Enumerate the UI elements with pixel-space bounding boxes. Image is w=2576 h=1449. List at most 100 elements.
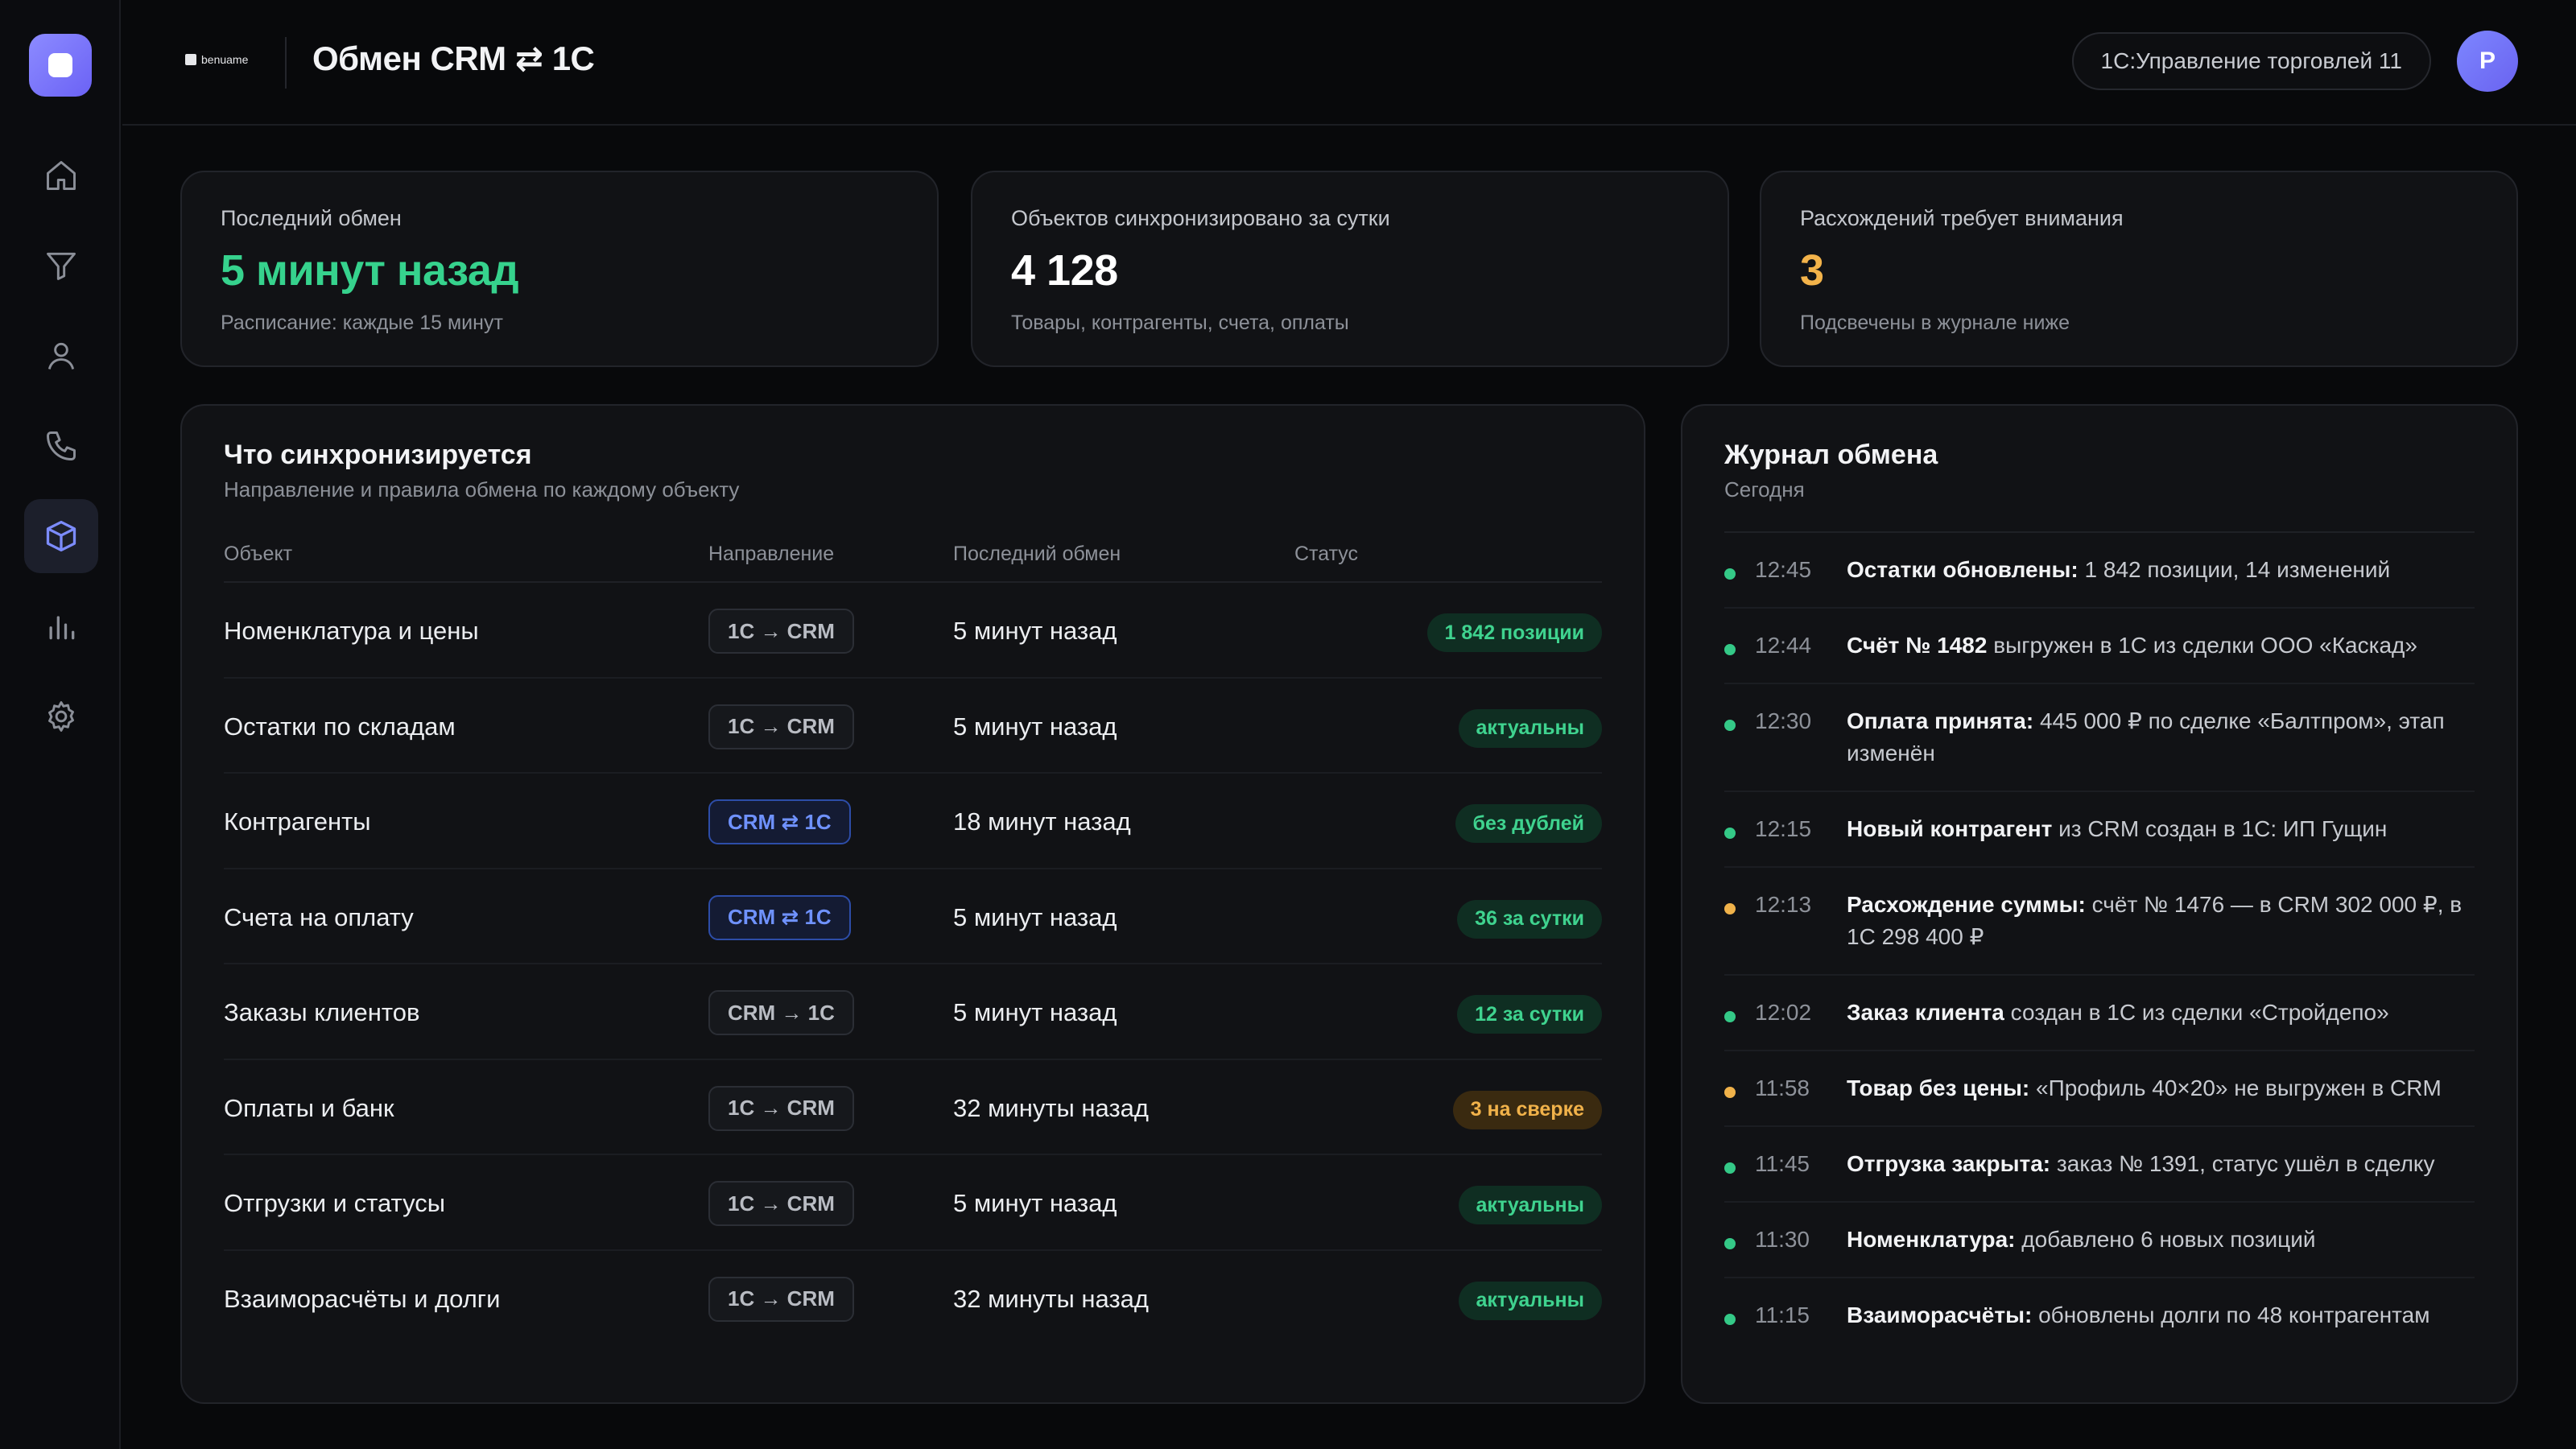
log-detail: заказ № 1391, статус ушёл в сделку	[2050, 1151, 2435, 1176]
status-dot	[1724, 828, 1736, 839]
nav-filter[interactable]	[24, 229, 98, 303]
log-bold: Номенклатура:	[1847, 1227, 2016, 1252]
table-row[interactable]: Счета на оплату CRM ⇄ 1С 5 минут назад 3…	[224, 869, 1602, 964]
status-badge: актуальны	[1458, 1186, 1602, 1224]
table-row[interactable]: Оплаты и банк 1С → CRM 32 минуты назад 3…	[224, 1060, 1602, 1155]
list-item[interactable]: 12:30 Оплата принята: 445 000 ₽ по сделк…	[1724, 684, 2475, 792]
user-avatar[interactable]: Р	[2457, 31, 2518, 92]
log-text: Оплата принята: 445 000 ₽ по сделке «Бал…	[1847, 705, 2475, 770]
list-item[interactable]: 12:45 Остатки обновлены: 1 842 позиции, …	[1724, 533, 2475, 609]
direction-chip: CRM ⇄ 1С	[708, 799, 851, 844]
list-item[interactable]: 12:13 Расхождение суммы: счёт № 1476 — в…	[1724, 868, 2475, 976]
status-badge: 12 за сутки	[1457, 995, 1602, 1034]
bar-chart-icon	[49, 616, 75, 640]
row-object: Оплаты и банк	[224, 1093, 394, 1122]
col-object: Объект	[224, 543, 293, 565]
home-icon	[47, 161, 76, 190]
direction-chip: 1С → CRM	[708, 609, 854, 654]
kpi-label: Объектов синхронизировано за сутки	[1011, 206, 1390, 230]
row-object: Отгрузки и статусы	[224, 1189, 446, 1217]
log-time: 12:30	[1755, 708, 1812, 733]
row-last-exchange: 5 минут назад	[953, 902, 1117, 931]
log-detail: обновлены долги по 48 контрагентам	[2032, 1302, 2430, 1327]
status-dot	[1724, 1238, 1736, 1249]
user-icon	[47, 342, 75, 369]
log-text: Остатки обновлены: 1 842 позиции, 14 изм…	[1847, 554, 2475, 586]
row-last-exchange: 32 минуты назад	[953, 1284, 1149, 1313]
log-time: 12:02	[1755, 1000, 1812, 1025]
table-row[interactable]: Заказы клиентов CRM → 1С 5 минут назад 1…	[224, 964, 1602, 1060]
row-object: Взаиморасчёты и долги	[224, 1284, 501, 1313]
log-detail: выгружен в 1С из сделки ООО «Каскад»	[1987, 633, 2417, 658]
log-bold: Новый контрагент	[1847, 816, 2053, 841]
brand-mark	[185, 54, 196, 65]
page-title: Обмен CRM ⇄ 1С	[312, 39, 595, 77]
list-item[interactable]: 11:15 Взаиморасчёты: обновлены долги по …	[1724, 1278, 2475, 1352]
table-row[interactable]: Взаиморасчёты и долги 1С → CRM 32 минуты…	[224, 1251, 1602, 1347]
row-last-exchange: 5 минут назад	[953, 617, 1117, 645]
nav-calls[interactable]	[24, 409, 98, 483]
log-time: 12:44	[1755, 633, 1812, 658]
row-object: Счета на оплату	[224, 902, 414, 931]
filter-icon	[47, 252, 76, 280]
warning-dot	[1724, 1087, 1736, 1098]
log-time: 12:13	[1755, 892, 1812, 917]
kpi-label: Расхождений требует внимания	[1800, 206, 2124, 230]
cube-icon	[46, 520, 76, 552]
status-badge: 1 842 позиции	[1426, 613, 1602, 652]
log-bold: Счёт № 1482	[1847, 633, 1988, 658]
table-row[interactable]: Остатки по складам 1С → CRM 5 минут наза…	[224, 679, 1602, 774]
log-text: Взаиморасчёты: обновлены долги по 48 кон…	[1847, 1299, 2475, 1331]
kpi-sub: Товары, контрагенты, счета, оплаты	[1011, 312, 1349, 334]
status-dot	[1724, 720, 1736, 731]
row-last-exchange: 5 минут назад	[953, 1189, 1117, 1217]
log-bold: Отгрузка закрыта:	[1847, 1151, 2051, 1176]
kpi-label: Последний обмен	[221, 206, 402, 230]
sync-title: Что синхронизируется	[224, 440, 532, 470]
table-row[interactable]: Номенклатура и цены 1С → CRM 5 минут наз…	[224, 583, 1602, 679]
direction-chip: 1С → CRM	[708, 1181, 854, 1226]
list-item[interactable]: 11:58 Товар без цены: «Профиль 40×20» не…	[1724, 1051, 2475, 1127]
direction-chip: CRM ⇄ 1С	[708, 894, 851, 940]
kpi-value: 4 128	[1011, 246, 1118, 295]
table-body: Номенклатура и цены 1С → CRM 5 минут наз…	[224, 583, 1602, 1346]
row-object: Остатки по складам	[224, 712, 456, 741]
warning-dot	[1724, 903, 1736, 914]
direction-chip: CRM → 1С	[708, 990, 854, 1035]
nav-settings[interactable]	[24, 679, 98, 753]
sync-objects-card: Что синхронизируется Направление и прави…	[180, 404, 1645, 1404]
log-bold: Товар без цены:	[1847, 1075, 2030, 1100]
list-item[interactable]: 12:02 Заказ клиента создан в 1С из сделк…	[1724, 976, 2475, 1051]
row-object: Контрагенты	[224, 807, 371, 836]
col-last: Последний обмен	[953, 543, 1121, 565]
status-badge: 3 на сверке	[1452, 1090, 1602, 1129]
system-selector[interactable]: 1С:Управление торговлей 11	[2071, 32, 2431, 90]
log-text: Новый контрагент из CRM создан в 1С: ИП …	[1847, 813, 2475, 845]
table-row[interactable]: Контрагенты CRM ⇄ 1С 18 минут назад без …	[224, 774, 1602, 869]
log-detail: 1 842 позиции, 14 изменений	[2078, 557, 2391, 582]
brand-name: benuame	[201, 53, 249, 66]
exchange-log-card: Журнал обмена Сегодня 12:45 Остатки обно…	[1681, 404, 2518, 1404]
nav-home[interactable]	[24, 138, 98, 213]
list-item[interactable]: 12:44 Счёт № 1482 выгружен в 1С из сделк…	[1724, 609, 2475, 684]
kpi-value: 5 минут назад	[221, 246, 519, 295]
list-item[interactable]: 12:15 Новый контрагент из CRM создан в 1…	[1724, 792, 2475, 868]
log-time: 11:58	[1755, 1075, 1810, 1100]
nav-integration[interactable]	[24, 499, 98, 573]
sidebar	[0, 0, 121, 1449]
status-badge: актуальны	[1458, 1281, 1602, 1320]
app-logo[interactable]	[29, 34, 92, 97]
status-dot	[1724, 568, 1736, 580]
status-badge: 36 за сутки	[1457, 899, 1602, 939]
list-item[interactable]: 11:45 Отгрузка закрыта: заказ № 1391, ст…	[1724, 1127, 2475, 1203]
journal-subtitle: Сегодня	[1724, 477, 1805, 502]
log-time: 11:15	[1755, 1302, 1810, 1327]
direction-chip: 1С → CRM	[708, 1276, 854, 1322]
table-row[interactable]: Отгрузки и статусы 1С → CRM 5 минут наза…	[224, 1155, 1602, 1251]
status-dot	[1724, 1314, 1736, 1325]
app-root: benuame Обмен CRM ⇄ 1С 1С:Управление тор…	[0, 0, 2576, 1449]
list-item[interactable]: 11:30 Номенклатура: добавлено 6 новых по…	[1724, 1203, 2475, 1278]
nav-contacts[interactable]	[24, 319, 98, 393]
brand: benuame	[185, 53, 248, 66]
nav-reports[interactable]	[24, 589, 98, 663]
